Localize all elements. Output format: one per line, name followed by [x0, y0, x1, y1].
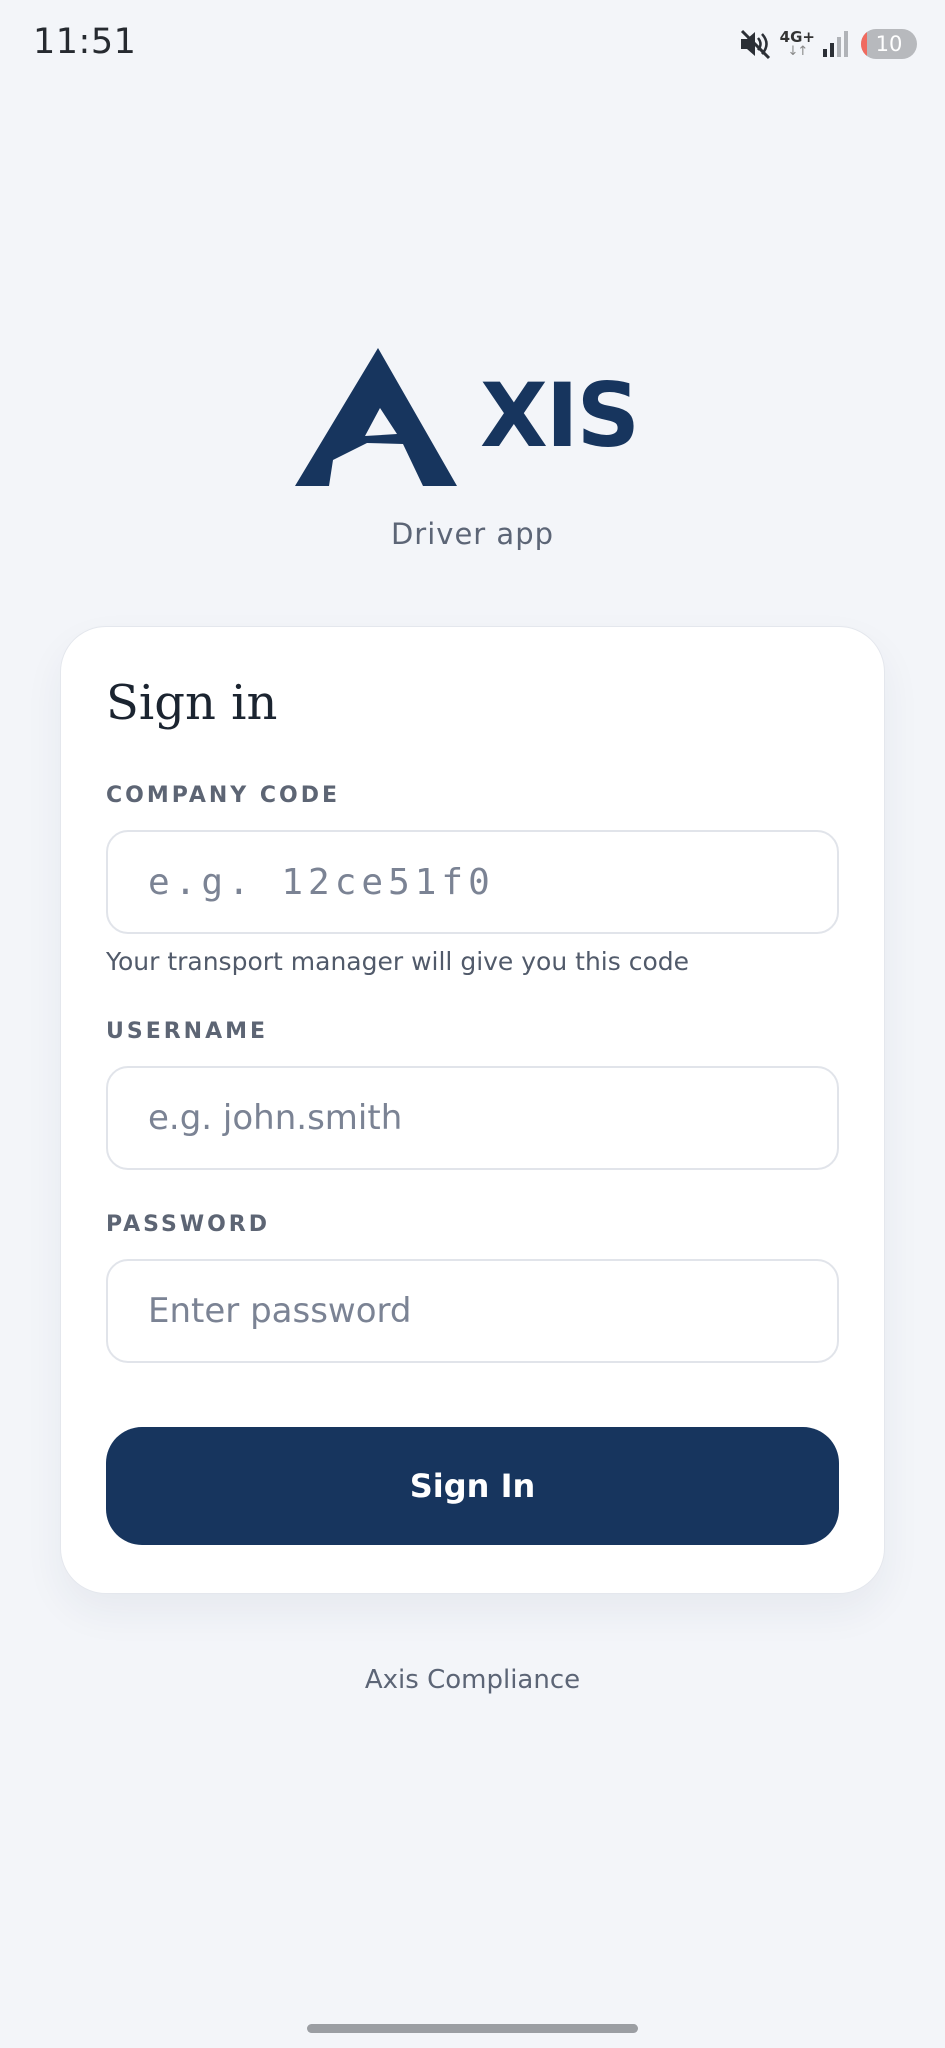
network-type-label: 4G+: [779, 28, 815, 46]
password-input[interactable]: [106, 1259, 839, 1363]
status-bar: 11:51 4G+ ↓↑ 10: [0, 0, 945, 90]
mute-icon: [740, 29, 770, 60]
axis-logo: XIS: [295, 348, 640, 488]
signal-icon: [823, 31, 848, 57]
username-input[interactable]: [106, 1066, 839, 1170]
network-arrows: ↓↑: [787, 44, 808, 59]
company-code-helper: Your transport manager will give you thi…: [106, 947, 689, 976]
footer-text: Axis Compliance: [364, 1665, 581, 1695]
username-label: USERNAME: [106, 1019, 269, 1044]
axis-logo-mark-icon: [295, 348, 457, 486]
company-code-input[interactable]: [106, 830, 839, 934]
battery-text: 10: [875, 32, 903, 56]
logo-text: XIS: [480, 364, 640, 467]
password-label: PASSWORD: [106, 1212, 271, 1237]
network-type-icon: 4G+ ↓↑: [779, 28, 815, 59]
company-code-label: COMPANY CODE: [106, 783, 341, 808]
sign-in-button[interactable]: Sign In: [106, 1427, 839, 1545]
status-time: 11:51: [33, 22, 137, 62]
battery-icon: 10: [861, 29, 917, 59]
sign-in-title: Sign in: [106, 675, 278, 731]
app-subtitle: Driver app: [390, 517, 555, 551]
sign-in-card: Sign in COMPANY CODE Your transport mana…: [60, 626, 885, 1594]
home-indicator[interactable]: [307, 2024, 638, 2033]
status-icons: 4G+ ↓↑ 10: [738, 26, 917, 62]
